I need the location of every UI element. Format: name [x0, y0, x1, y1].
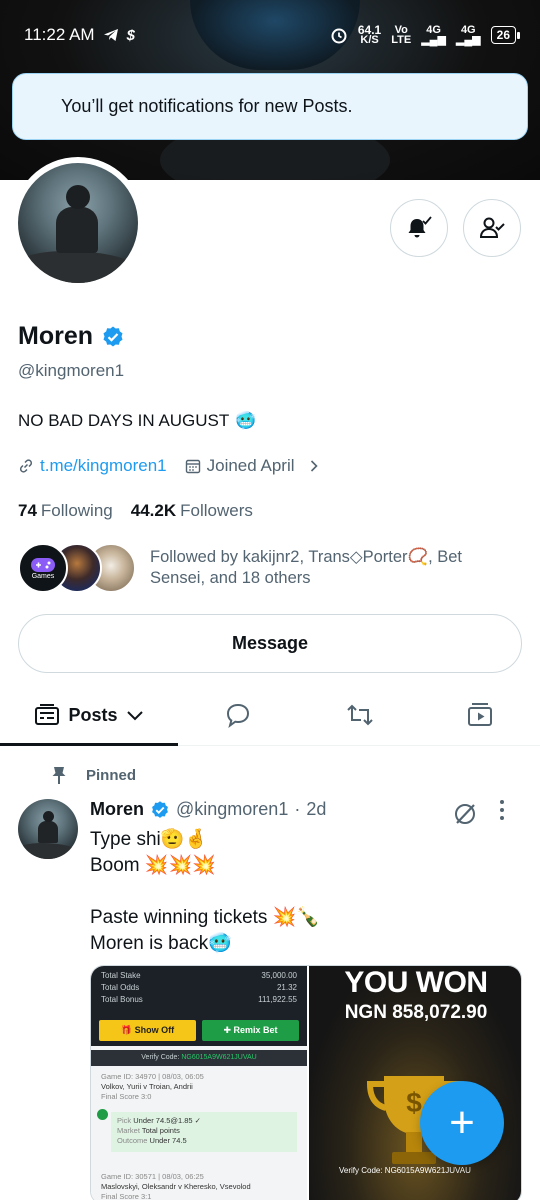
- post-line: Paste winning tickets 💥🍾: [90, 907, 321, 928]
- svg-text:$: $: [406, 1087, 422, 1118]
- grok-button[interactable]: [452, 801, 478, 832]
- following-count-link[interactable]: 74 Following: [18, 501, 113, 521]
- following-button[interactable]: [463, 199, 521, 257]
- remix-bet-button: ✚ Remix Bet: [202, 1020, 299, 1041]
- you-won-image[interactable]: YOU WON NGN 858,072.90 $ Verify Code: NG…: [309, 966, 521, 1200]
- user-check-icon: [479, 217, 505, 238]
- post-header: Moren @kingmoren1 · 2d: [90, 799, 327, 820]
- post-line: [90, 879, 320, 905]
- network-speed: 64.1 K/S: [357, 23, 382, 46]
- post-line: Moren is back🥶: [90, 933, 232, 954]
- volte-indicator: Vo LTE: [391, 24, 412, 46]
- tab-posts[interactable]: Posts: [0, 686, 178, 744]
- show-off-button: 🎁 Show Off: [99, 1020, 196, 1041]
- message-button[interactable]: Message: [18, 614, 522, 673]
- notifications-bell-button[interactable]: [390, 199, 448, 257]
- post-author-handle[interactable]: @kingmoren1: [176, 799, 288, 820]
- followed-by-row[interactable]: Games Followed by kakijnr2, Trans◇Porter…: [18, 543, 500, 593]
- profile-meta: t.me/kingmoren1 Joined April: [18, 456, 321, 476]
- notification-toast: You’ll get notifications for new Posts.: [12, 73, 528, 140]
- facepile: Games: [18, 543, 136, 593]
- signal-sim1-icon: 4G ▂▄▆: [421, 24, 446, 46]
- verified-badge-icon: [103, 326, 123, 346]
- tab-reposts[interactable]: [320, 686, 400, 744]
- media-play-icon: [468, 703, 492, 726]
- repost-icon: [347, 704, 373, 726]
- profile-tabs: Posts: [0, 686, 540, 746]
- status-time: 11:22 AM: [24, 25, 95, 44]
- telegram-icon: [103, 29, 118, 41]
- status-bar: 11:22 AM $ 64.1 K/S Vo LTE 4G ▂▄▆ 4G ▂▄▆ 26: [0, 0, 540, 70]
- active-tab-indicator: [0, 743, 178, 746]
- profile-link[interactable]: t.me/kingmoren1: [40, 456, 167, 476]
- bet-ticket-image[interactable]: Total Stake 35,000.00 Total Odds 21.32 Tot…: [91, 966, 307, 1200]
- battery-icon: 26: [490, 26, 521, 44]
- link-icon: [19, 459, 33, 473]
- won-check-icon: [97, 1109, 108, 1120]
- chevron-right-icon[interactable]: [307, 459, 321, 473]
- post-author-avatar[interactable]: [18, 799, 78, 859]
- dollar-icon: $: [126, 26, 135, 44]
- profile-bio: NO BAD DAYS IN AUGUST 🥶: [18, 411, 257, 430]
- posts-feed-icon: [35, 704, 60, 725]
- followed-by-text: Followed by kakijnr2, Trans◇Porter📿, Bet…: [150, 548, 463, 587]
- joined-date: Joined April: [206, 456, 295, 475]
- followers-count-link[interactable]: 44.2K Followers: [131, 501, 253, 521]
- compose-post-button[interactable]: +: [420, 1081, 504, 1165]
- reply-bubble-icon: [226, 703, 250, 728]
- more-options-icon[interactable]: [500, 800, 504, 820]
- profile-name: Moren: [18, 322, 93, 350]
- tab-media[interactable]: [440, 686, 520, 744]
- post-line: Type shi🫡🤞: [90, 829, 209, 850]
- alarm-icon: [331, 28, 347, 44]
- profile-handle: @kingmoren1: [18, 361, 125, 380]
- pinned-label: Pinned: [50, 765, 136, 785]
- grok-icon: [455, 804, 475, 824]
- verified-badge-icon: [152, 800, 168, 818]
- cold-face-emoji: 🥶: [235, 411, 257, 430]
- calendar-icon: [185, 459, 200, 474]
- post-timestamp[interactable]: 2d: [306, 799, 326, 820]
- chevron-down-icon: [126, 711, 143, 721]
- profile-stats: 74 Following 44.2K Followers: [18, 501, 253, 521]
- bell-check-icon: [408, 216, 432, 238]
- profile-avatar[interactable]: [12, 157, 144, 289]
- post-author-name[interactable]: Moren: [90, 799, 144, 820]
- follower-avatar: Games: [18, 543, 68, 593]
- post-line: Boom 💥💥💥: [90, 855, 216, 876]
- tab-replies[interactable]: [198, 686, 278, 744]
- gamepad-icon: [31, 557, 55, 572]
- pin-icon: [52, 767, 66, 784]
- signal-sim2-icon: 4G ▂▄▆: [455, 24, 481, 46]
- post-text: Type shi🫡🤞 Boom 💥💥💥 Paste winning ticket…: [90, 827, 320, 957]
